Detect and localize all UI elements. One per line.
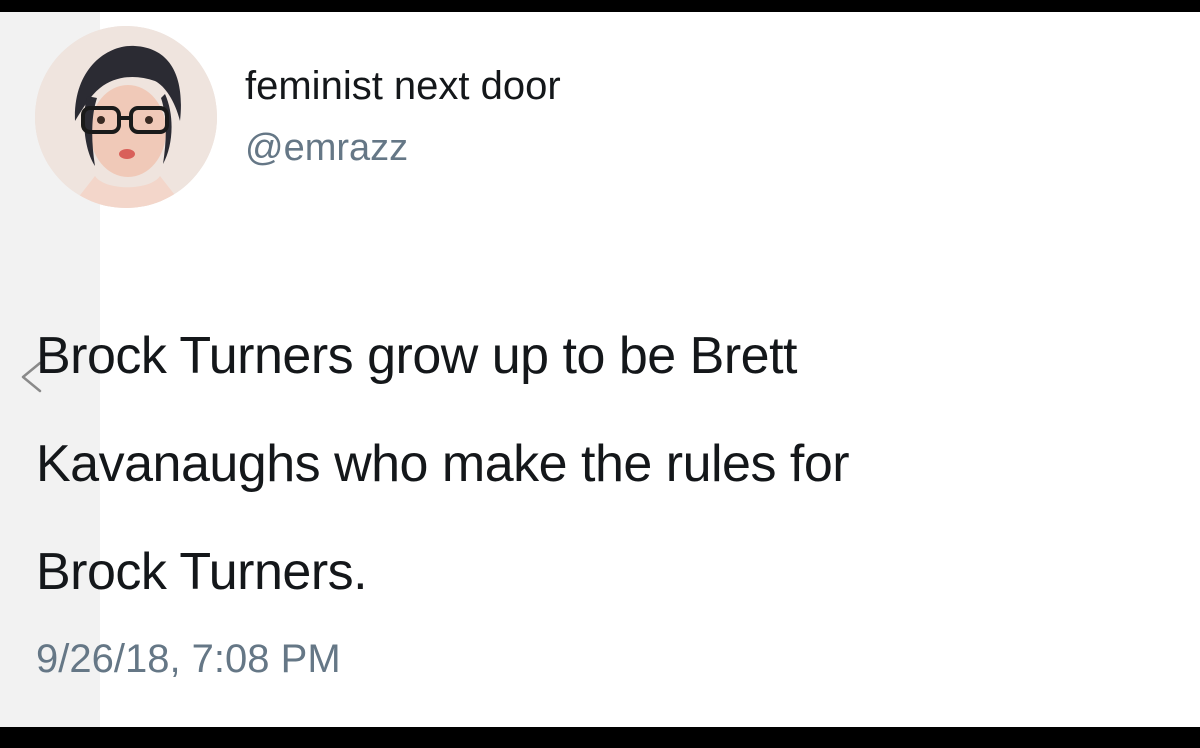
avatar[interactable]: [35, 26, 217, 208]
user-handle[interactable]: @emrazz: [245, 127, 408, 170]
display-name[interactable]: feminist next door: [245, 64, 561, 109]
tweet-text: Brock Turners grow up to be Brett Kavana…: [36, 302, 1176, 626]
tweet-timestamp[interactable]: 9/26/18, 7:08 PM: [36, 637, 341, 682]
tweet-screenshot: feminist next door @emrazz Brock Turners…: [0, 12, 1200, 727]
tweet-text-line: Brock Turners.: [36, 543, 368, 601]
tweet-text-line: Kavanaughs who make the rules for: [36, 435, 850, 493]
tweet-text-line: Brock Turners grow up to be Brett: [36, 327, 797, 385]
profile-photo-icon: [35, 26, 217, 208]
